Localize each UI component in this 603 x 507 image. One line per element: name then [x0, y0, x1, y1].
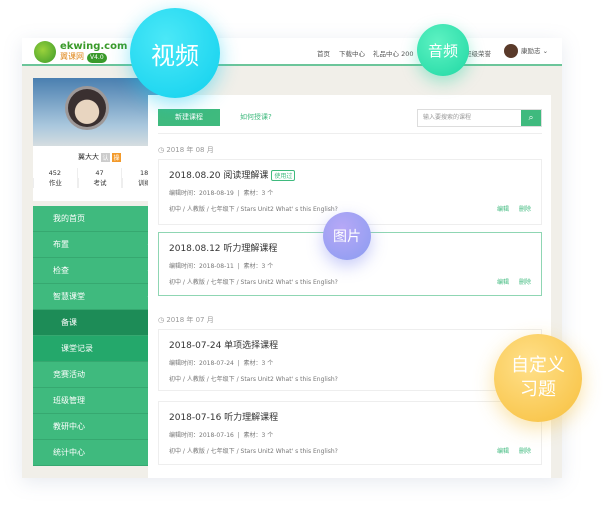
menu-label: 统计中心 — [53, 448, 85, 457]
avatar — [504, 44, 518, 58]
stat-label: 考试 — [77, 178, 122, 188]
menu-class-manage[interactable]: 班级管理 — [33, 388, 166, 414]
how-to-teach-link[interactable]: 如何授课? — [240, 112, 272, 122]
cert-badge: 认 — [101, 152, 110, 162]
sidebar: 翼大大认操 452作业 47考试 18训练 我的首页 布置+ 检查+ 智慧课堂−… — [33, 78, 166, 466]
search-icon: ⌕ — [528, 113, 534, 123]
profile-avatar[interactable] — [65, 86, 109, 130]
menu-smart-class[interactable]: 智慧课堂− — [33, 284, 166, 310]
used-badge: 使用过 — [271, 170, 296, 181]
material-count: 素材：3 个 — [243, 432, 274, 439]
nav-gifts[interactable]: 礼品中心 200 — [373, 48, 413, 58]
app-window: ekwing.com 翼课网 V4.0 首页 下载中心 礼品中心 200 班级荣誉 … — [22, 38, 562, 478]
edit-time: 编辑时间：2018-08-19 — [169, 190, 234, 197]
course-card[interactable]: 2018-07-16 听力理解课程 编辑时间：2018-07-16 | 素材：3… — [158, 401, 542, 465]
top-nav: 首页 下载中心 礼品中心 200 班级荣誉 康励志 ⌄ — [22, 38, 562, 66]
menu-label: 教研中心 — [53, 422, 85, 431]
course-title: 2018.08.20 阅读理解课 — [169, 171, 269, 181]
menu-assign[interactable]: 布置+ — [33, 232, 166, 258]
menu-label: 智慧课堂 — [53, 292, 85, 301]
nav-home[interactable]: 首页 — [317, 48, 330, 58]
edit-link[interactable]: 编辑 — [497, 206, 509, 213]
menu-stats[interactable]: 统计中心 — [33, 440, 166, 466]
menu-label: 课堂记录 — [61, 344, 93, 353]
course-title: 2018-07-24 单项选择课程 — [169, 341, 279, 351]
stat-label: 作业 — [33, 178, 77, 188]
course-card[interactable]: 2018-07-24 单项选择课程 编辑时间：2018-07-24 | 素材：3… — [158, 329, 542, 391]
date-label: 2018 年 07 月 — [166, 316, 214, 324]
delete-link[interactable]: 删除 — [519, 279, 531, 286]
menu-label: 竞赛活动 — [53, 370, 85, 379]
side-menu: 我的首页 布置+ 检查+ 智慧课堂− 备课 课堂记录 竞赛活动 班级管理 教研中… — [33, 206, 166, 466]
menu-home[interactable]: 我的首页 — [33, 206, 166, 232]
search-placeholder: 输入要搜索的课程 — [423, 114, 472, 121]
menu-label: 班级管理 — [53, 396, 85, 405]
search-input[interactable]: 输入要搜索的课程 ⌕ — [417, 109, 542, 127]
delete-link[interactable]: 删除 — [519, 448, 531, 455]
menu-prepare[interactable]: 备课 — [33, 310, 166, 336]
date-group: ◷ 2018 年 08 月 — [158, 145, 214, 155]
delete-link[interactable]: 删除 — [519, 206, 531, 213]
op-badge: 操 — [112, 152, 121, 162]
material-count: 素材：3 个 — [243, 360, 274, 367]
course-path: 初中 / 人教版 / 七年级下 / Stars Unit2 What' s th… — [169, 206, 338, 213]
profile-info: 翼大大认操 452 作业 47 考试 18 训练 — [33, 146, 166, 201]
date-group: ◷ 2018 年 07 月 — [158, 315, 214, 325]
nav-download[interactable]: 下载中心 — [339, 48, 365, 58]
search-button[interactable]: ⌕ — [521, 110, 541, 126]
material-count: 素材：3 个 — [243, 263, 274, 270]
course-title: 2018.08.12 听力理解课程 — [169, 244, 278, 254]
material-count: 素材：3 个 — [243, 190, 274, 197]
profile-name: 翼大大 — [78, 153, 99, 161]
edit-link[interactable]: 编辑 — [497, 448, 509, 455]
menu-research[interactable]: 教研中心 — [33, 414, 166, 440]
user-menu[interactable]: 康励志 ⌄ — [504, 44, 548, 58]
edit-time: 编辑时间：2018-07-24 — [169, 360, 234, 367]
menu-label: 布置 — [53, 240, 69, 249]
custom-exercise-bubble: 自定义习题 — [494, 334, 582, 422]
edit-link[interactable]: 编辑 — [497, 279, 509, 286]
chevron-down-icon: ⌄ — [542, 47, 549, 55]
menu-class-record[interactable]: 课堂记录 — [33, 336, 166, 362]
edit-time: 编辑时间：2018-07-16 — [169, 432, 234, 439]
user-name: 康励志 — [521, 47, 541, 55]
video-bubble: 视频 — [130, 8, 220, 98]
menu-label: 备课 — [61, 318, 77, 327]
top-header: ekwing.com 翼课网 V4.0 首页 下载中心 礼品中心 200 班级荣誉 … — [22, 38, 562, 66]
menu-contest[interactable]: 竞赛活动 — [33, 362, 166, 388]
edit-time: 编辑时间：2018-08-11 — [169, 263, 234, 270]
date-label: 2018 年 08 月 — [166, 146, 214, 154]
course-path: 初中 / 人教版 / 七年级下 / Stars Unit2 What' s th… — [169, 376, 338, 383]
course-title: 2018-07-16 听力理解课程 — [169, 413, 279, 423]
stat-value: 47 — [95, 169, 104, 177]
divider — [158, 133, 542, 134]
clock-icon: ◷ — [158, 146, 165, 154]
main-panel: 新建课程 如何授课? 输入要搜索的课程 ⌕ ◷ 2018 年 08 月 2018.… — [148, 95, 551, 478]
stat-exam[interactable]: 47 考试 — [76, 168, 122, 188]
clock-icon: ◷ — [158, 316, 165, 324]
image-bubble: 图片 — [323, 212, 371, 260]
new-course-button[interactable]: 新建课程 — [158, 109, 220, 126]
stat-homework[interactable]: 452 作业 — [33, 168, 77, 188]
menu-check[interactable]: 检查+ — [33, 258, 166, 284]
stat-value: 452 — [48, 169, 62, 177]
menu-label: 我的首页 — [53, 214, 85, 223]
menu-label: 检查 — [53, 266, 69, 275]
audio-bubble: 音频 — [417, 24, 469, 76]
course-path: 初中 / 人教版 / 七年级下 / Stars Unit2 What' s th… — [169, 448, 338, 455]
course-path: 初中 / 人教版 / 七年级下 / Stars Unit2 What' s th… — [169, 279, 338, 286]
